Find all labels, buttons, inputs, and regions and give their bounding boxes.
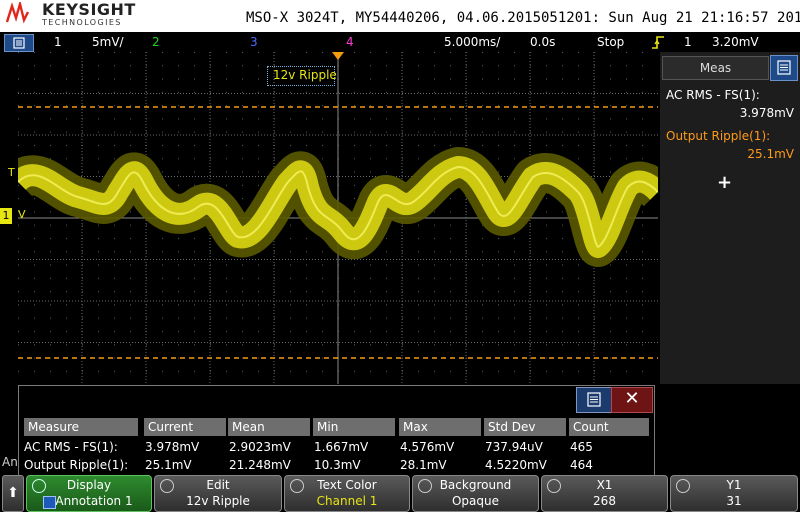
col-header-min: Min <box>313 418 395 436</box>
row1-stddev: 737.94uV <box>485 440 543 454</box>
add-measurement-button[interactable]: + <box>717 172 732 193</box>
waveform-display[interactable] <box>18 52 658 384</box>
keysight-logo-icon <box>6 2 30 24</box>
row2-min: 10.3mV <box>314 458 361 472</box>
ch1-ground-marker[interactable]: 1 <box>0 208 12 224</box>
ch1-number[interactable]: 1 <box>54 35 62 49</box>
row1-count: 465 <box>570 440 593 454</box>
screen-menu-icon[interactable] <box>4 34 34 52</box>
row1-min: 1.667mV <box>314 440 369 454</box>
row2-measure: Output Ripple(1): <box>24 458 129 472</box>
meas-panel-title[interactable]: Meas <box>662 56 769 80</box>
meas2-value: 25.1mV <box>747 147 794 161</box>
softkey-y1-label: Y1 <box>726 478 742 492</box>
softkey-edit-label: Edit <box>206 478 230 492</box>
ch2-number[interactable]: 2 <box>152 35 160 49</box>
softkey-background-value: Opaque <box>451 494 500 508</box>
brand-name: KEYSIGHT <box>42 0 136 19</box>
window-title: MSO-X 3024T, MY54440206, 04.06.201505120… <box>246 10 800 26</box>
meas-panel-menu-icon[interactable] <box>770 55 798 81</box>
trigger-level[interactable]: 3.20mV <box>712 35 759 49</box>
dialog-menu-icon[interactable] <box>576 387 612 413</box>
trigger-source[interactable]: 1 <box>684 35 692 49</box>
meas1-value: 3.978mV <box>739 106 794 120</box>
softkey-y1[interactable]: Y1 31 <box>670 475 798 512</box>
col-header-stddev: Std Dev <box>484 418 566 436</box>
back-button[interactable]: ⬆ <box>2 475 24 512</box>
softkey-background-label: Background <box>439 478 512 492</box>
brand-sub: TECHNOLOGIES <box>42 18 122 27</box>
trigger-edge-icon[interactable] <box>651 35 665 50</box>
softkey-x1-label: X1 <box>596 478 613 492</box>
row2-count: 464 <box>570 458 593 472</box>
col-header-current: Current <box>144 418 226 436</box>
dialog-close-button[interactable]: ✕ <box>611 387 653 413</box>
softkey-x1-value: 268 <box>593 494 616 508</box>
softkey-x1[interactable]: X1 268 <box>541 475 668 512</box>
checkbox-icon <box>43 496 56 509</box>
ch3-number[interactable]: 3 <box>250 35 258 49</box>
softkey-text-color-label: Text Color <box>317 478 377 492</box>
meas1-name: AC RMS - FS(1): <box>666 88 760 102</box>
row1-measure: AC RMS - FS(1): <box>24 440 118 454</box>
ch4-number[interactable]: 4 <box>346 35 354 49</box>
run-state[interactable]: Stop <box>597 35 624 49</box>
trigger-level-marker[interactable]: T <box>8 166 15 179</box>
softkey-text-color[interactable]: Text Color Channel 1 <box>284 475 410 512</box>
softkey-background[interactable]: Background Opaque <box>412 475 539 512</box>
softkey-text-color-value: Channel 1 <box>316 494 378 508</box>
ch1-scale[interactable]: 5mV/ <box>92 35 124 49</box>
row2-mean: 21.248mV <box>229 458 291 472</box>
meas2-name: Output Ripple(1): <box>666 129 771 143</box>
row2-current: 25.1mV <box>145 458 192 472</box>
col-header-measure: Measure <box>24 418 138 436</box>
softkey-y1-value: 31 <box>726 494 742 508</box>
softkey-edit[interactable]: Edit 12v Ripple <box>154 475 282 512</box>
softkey-display-label: Display <box>66 478 112 492</box>
softkey-edit-value: 12v Ripple <box>186 494 250 508</box>
row2-stddev: 4.5220mV <box>485 458 547 472</box>
row1-mean: 2.9023mV <box>229 440 291 454</box>
timebase-scale[interactable]: 5.000ms/ <box>444 35 500 49</box>
col-header-mean: Mean <box>228 418 310 436</box>
time-delay[interactable]: 0.0s <box>530 35 555 49</box>
softkey-display[interactable]: Display Annotation 1 <box>26 475 152 512</box>
row1-max: 4.576mV <box>400 440 455 454</box>
hidden-menu-label: An <box>2 455 18 469</box>
col-header-max: Max <box>399 418 481 436</box>
ch1-unit-marker: V <box>18 208 26 221</box>
row1-current: 3.978mV <box>145 440 200 454</box>
row2-max: 28.1mV <box>400 458 447 472</box>
annotation-label: 12v Ripple <box>273 68 337 82</box>
col-header-count: Count <box>569 418 649 436</box>
